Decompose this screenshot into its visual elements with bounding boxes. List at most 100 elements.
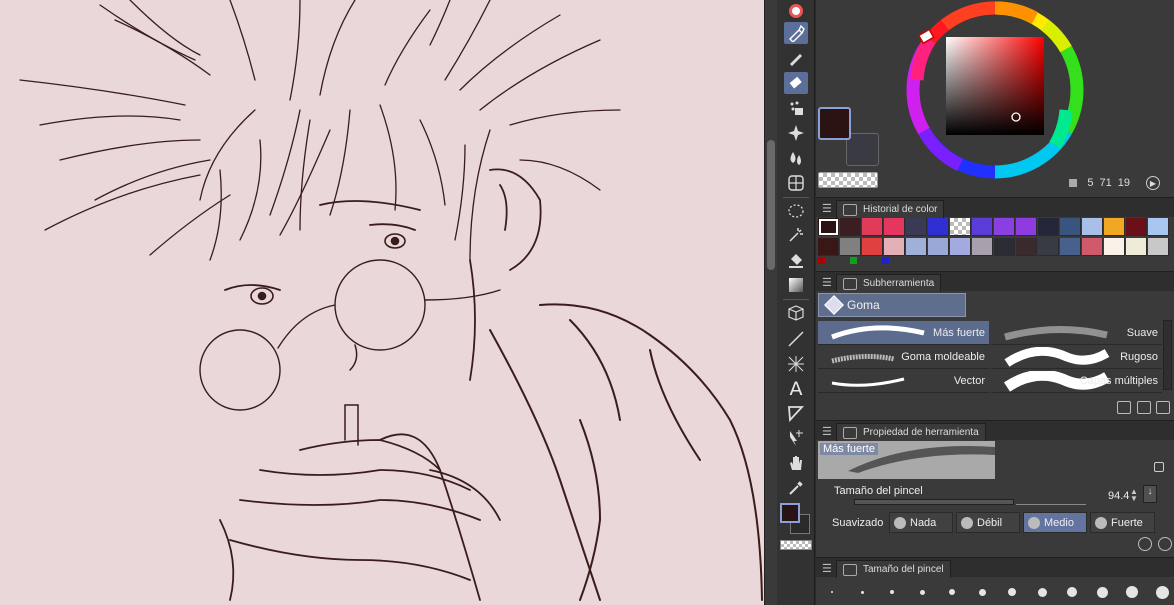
drawing-canvas[interactable] bbox=[0, 0, 764, 605]
brush-size-preset[interactable] bbox=[860, 590, 864, 594]
history-swatch[interactable] bbox=[1082, 218, 1103, 236]
history-swatch[interactable] bbox=[818, 238, 839, 256]
history-swatch[interactable] bbox=[1104, 218, 1125, 236]
text-icon[interactable]: A bbox=[784, 378, 808, 400]
toolbar-transparent-color[interactable] bbox=[780, 540, 812, 550]
reset-icon[interactable] bbox=[1138, 537, 1152, 551]
panel-menu-icon[interactable]: ☰ bbox=[822, 562, 832, 575]
tab-color-history[interactable]: Historial de color bbox=[836, 200, 945, 218]
download-icon[interactable]: ↓ bbox=[1143, 485, 1157, 503]
transparent-color-swatch[interactable] bbox=[818, 172, 878, 188]
brush-item[interactable]: Goma moldeable bbox=[818, 345, 989, 369]
history-swatch[interactable] bbox=[884, 218, 905, 236]
history-swatch[interactable] bbox=[1104, 238, 1125, 256]
history-swatch[interactable] bbox=[1148, 238, 1169, 256]
history-swatch[interactable] bbox=[1126, 218, 1147, 236]
brush-size-preset[interactable] bbox=[1126, 586, 1138, 598]
tab-subtool[interactable]: Subherramienta bbox=[836, 274, 942, 292]
menu-icon[interactable] bbox=[784, 0, 808, 22]
history-color-dot[interactable] bbox=[882, 257, 889, 264]
hand-icon[interactable] bbox=[784, 452, 808, 474]
history-swatch[interactable] bbox=[972, 238, 993, 256]
pencil-icon[interactable] bbox=[784, 47, 808, 69]
history-swatch[interactable] bbox=[884, 238, 905, 256]
canvas-scrollbar[interactable] bbox=[764, 0, 777, 605]
brush-size-preset[interactable] bbox=[949, 589, 955, 595]
history-swatch[interactable] bbox=[1016, 218, 1037, 236]
panel-menu-icon[interactable]: ☰ bbox=[822, 202, 832, 215]
brush-size-preset[interactable] bbox=[890, 590, 894, 594]
lock-icon[interactable] bbox=[1154, 462, 1164, 472]
gradient-icon[interactable] bbox=[784, 274, 808, 296]
brush-size-slider[interactable] bbox=[854, 499, 1014, 505]
3d-cube-icon[interactable] bbox=[784, 302, 808, 324]
history-swatch[interactable] bbox=[1060, 218, 1081, 236]
history-swatch[interactable] bbox=[1126, 238, 1147, 256]
eyedropper-icon[interactable] bbox=[784, 477, 808, 499]
history-swatch[interactable] bbox=[994, 238, 1015, 256]
bucket-icon[interactable] bbox=[784, 249, 808, 271]
history-swatch[interactable] bbox=[972, 218, 993, 236]
brush-item[interactable]: Rugoso bbox=[991, 345, 1162, 369]
figure-grid-icon[interactable] bbox=[784, 172, 808, 194]
brush-size-value[interactable]: 94.4 bbox=[1108, 490, 1129, 502]
color-wheel[interactable] bbox=[905, 0, 1085, 180]
brush-size-preset[interactable] bbox=[831, 591, 833, 593]
eraser-icon[interactable] bbox=[784, 72, 808, 94]
save-icon[interactable] bbox=[1069, 179, 1078, 187]
toolbar-main-color[interactable] bbox=[780, 503, 800, 523]
brush-size-preset[interactable] bbox=[1067, 587, 1077, 597]
history-swatch[interactable] bbox=[928, 238, 949, 256]
scrollbar-thumb[interactable] bbox=[767, 140, 775, 270]
panel-menu-icon[interactable]: ☰ bbox=[822, 276, 832, 289]
play-icon[interactable]: ▶ bbox=[1146, 176, 1160, 190]
blend-icon[interactable] bbox=[784, 122, 808, 144]
brush-list-scrollbar[interactable] bbox=[1163, 320, 1172, 390]
history-swatch[interactable] bbox=[840, 218, 861, 236]
history-swatch[interactable] bbox=[862, 218, 883, 236]
main-color-swatch[interactable] bbox=[818, 107, 851, 140]
history-swatch[interactable] bbox=[906, 218, 927, 236]
history-color-dot[interactable] bbox=[850, 257, 857, 264]
copy-subtool-icon[interactable] bbox=[1117, 401, 1131, 414]
history-swatch[interactable] bbox=[1082, 238, 1103, 256]
smoothing-option[interactable]: Débil bbox=[956, 512, 1020, 533]
add-subtool-icon[interactable] bbox=[1137, 401, 1151, 414]
line-icon[interactable] bbox=[784, 328, 808, 350]
history-swatch[interactable] bbox=[994, 218, 1015, 236]
history-swatch[interactable] bbox=[1038, 218, 1059, 236]
smoothing-option[interactable]: Medio bbox=[1023, 512, 1087, 533]
smoothing-option[interactable]: Fuerte bbox=[1090, 512, 1155, 533]
brush-item[interactable]: Suave bbox=[991, 321, 1162, 345]
ruler-icon[interactable] bbox=[784, 353, 808, 375]
sub-color-swatch[interactable] bbox=[846, 133, 879, 166]
delete-subtool-icon[interactable] bbox=[1156, 401, 1170, 414]
brush-size-preset[interactable] bbox=[1155, 585, 1169, 599]
brush-item[interactable]: Capas múltiples bbox=[991, 369, 1162, 393]
brush-item[interactable]: Vector bbox=[818, 369, 989, 393]
frame-icon[interactable] bbox=[784, 402, 808, 424]
history-swatch[interactable] bbox=[840, 238, 861, 256]
history-swatch[interactable] bbox=[928, 218, 949, 236]
operation-icon[interactable] bbox=[784, 427, 808, 449]
history-swatch[interactable] bbox=[1060, 238, 1081, 256]
history-swatch[interactable] bbox=[862, 238, 883, 256]
panel-menu-icon[interactable]: ☰ bbox=[822, 425, 832, 438]
history-swatch[interactable] bbox=[1016, 238, 1037, 256]
smoothing-option[interactable]: Nada bbox=[889, 512, 953, 533]
history-swatch[interactable] bbox=[950, 218, 971, 236]
brush-item[interactable]: Más fuerte bbox=[818, 321, 989, 345]
wrench-icon[interactable] bbox=[1158, 537, 1172, 551]
auto-select-icon[interactable] bbox=[784, 224, 808, 246]
brush-size-spinner[interactable]: ▲ ▼ bbox=[1130, 488, 1138, 503]
subtool-group-eraser[interactable]: Goma bbox=[818, 293, 966, 317]
brush-size-preset[interactable] bbox=[1037, 587, 1047, 597]
tab-brush-size[interactable]: Tamaño del pincel bbox=[836, 560, 951, 578]
selection-icon[interactable] bbox=[784, 200, 808, 222]
brush-size-preset[interactable] bbox=[919, 589, 925, 595]
tab-tool-property[interactable]: Propiedad de herramienta bbox=[836, 423, 986, 441]
history-swatch[interactable] bbox=[906, 238, 927, 256]
history-swatch[interactable] bbox=[950, 238, 971, 256]
history-swatch[interactable] bbox=[1038, 238, 1059, 256]
pen-icon[interactable] bbox=[784, 22, 808, 44]
